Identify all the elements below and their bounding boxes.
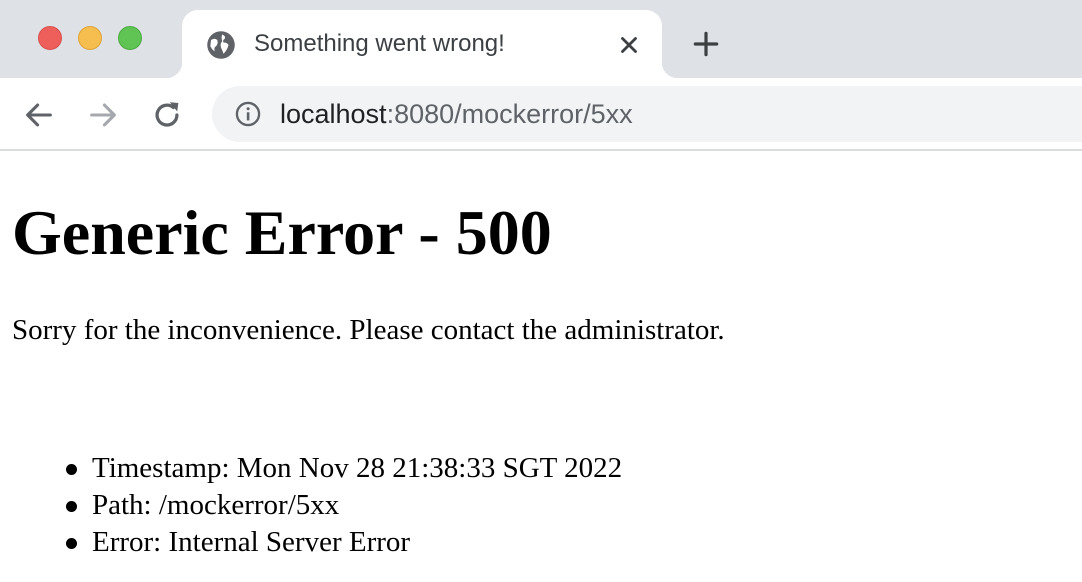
detail-timestamp: Timestamp: Mon Nov 28 21:38:33 SGT 2022 [92,452,623,484]
arrow-right-icon[interactable] [86,98,120,132]
plus-icon[interactable] [690,28,722,60]
window-maximize-button[interactable] [118,26,142,50]
bullet-icon [66,501,77,512]
url-path: :8080/mockerror/5xx [386,99,633,129]
list-item: Path: /mockerror/5xx [12,487,622,524]
error-details-list: Timestamp: Mon Nov 28 21:38:33 SGT 2022 … [12,450,622,561]
detail-error: Error: Internal Server Error [92,526,411,558]
url-host: localhost [280,99,387,129]
arrow-left-icon[interactable] [22,98,56,132]
close-icon[interactable] [616,32,642,58]
bullet-icon [66,464,77,475]
globe-icon [207,31,235,59]
page-title: Generic Error - 500 [12,197,552,268]
browser-toolbar: localhost:8080/mockerror/5xx [0,78,1082,151]
window-minimize-button[interactable] [78,26,102,50]
address-bar[interactable]: localhost:8080/mockerror/5xx [212,86,1082,142]
bullet-icon [66,538,77,549]
list-item: Timestamp: Mon Nov 28 21:38:33 SGT 2022 [12,450,622,487]
list-item: Error: Internal Server Error [12,524,622,561]
reload-icon[interactable] [150,98,184,132]
detail-path: Path: /mockerror/5xx [92,489,340,521]
error-message: Sorry for the inconvenience. Please cont… [12,314,725,346]
tab-strip: Something went wrong! [0,0,1082,78]
active-tab[interactable]: Something went wrong! [166,10,678,78]
url-text[interactable]: localhost:8080/mockerror/5xx [280,96,633,132]
tab-title: Something went wrong! [254,30,505,57]
window-close-button[interactable] [38,26,62,50]
info-icon[interactable] [234,100,262,128]
